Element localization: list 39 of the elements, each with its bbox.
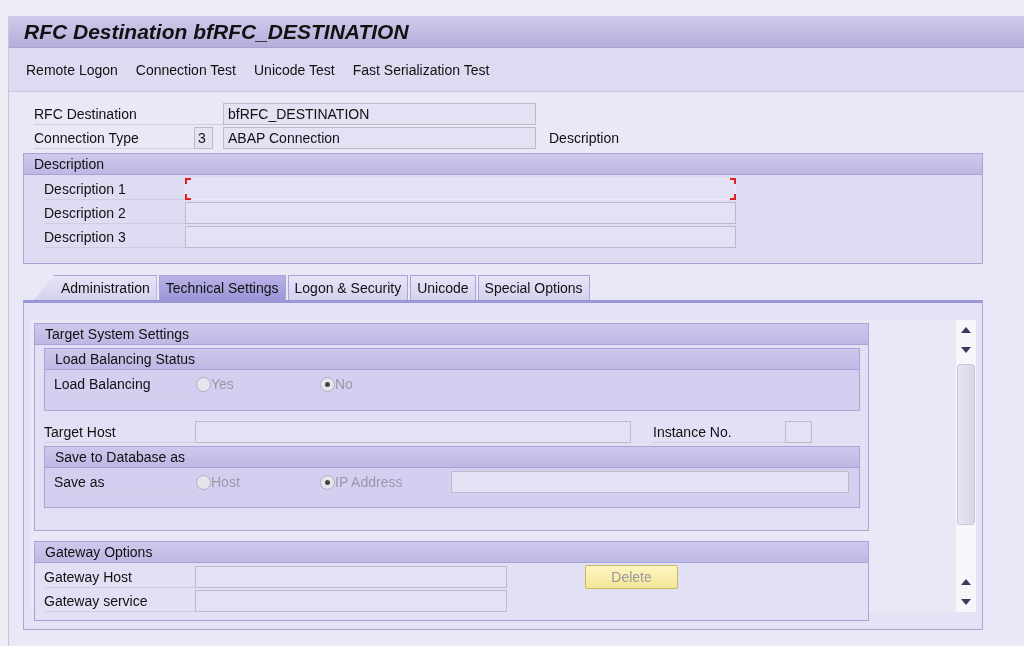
input-field[interactable]: 3 (194, 127, 213, 149)
toolbar-item[interactable]: Fast Serialization Test (352, 61, 490, 78)
toolbar-item[interactable]: Unicode Test (254, 61, 335, 78)
input-field[interactable]: bfRFC_DESTINATION (223, 103, 536, 125)
input-field[interactable] (195, 421, 631, 443)
scroll-down-icon[interactable] (960, 346, 972, 354)
tab[interactable]: Unicode (410, 275, 476, 300)
scroll-down-icon[interactable] (960, 598, 972, 606)
radio-button[interactable] (196, 474, 211, 490)
field-label: Load Balancing (54, 373, 196, 395)
group-header: Target System Settings (35, 324, 868, 345)
input-field[interactable] (185, 202, 736, 224)
scroll-up-icon[interactable] (960, 578, 972, 586)
input-field[interactable] (195, 566, 507, 588)
radio-button[interactable] (196, 376, 211, 392)
field-label: Description 1 (44, 178, 185, 200)
toolbar-item[interactable]: Connection Test (135, 61, 236, 78)
window-title: RFC Destination bfRFC_DESTINATION (9, 16, 1024, 48)
radio-button[interactable] (320, 474, 335, 490)
group-header: Description (24, 154, 982, 175)
field-label: RFC Destination (34, 103, 223, 125)
field-label: Save as (54, 471, 196, 493)
group-header: Save to Database as (45, 447, 859, 468)
scroll-up-icon[interactable] (960, 326, 972, 334)
field-label: Description (549, 130, 620, 146)
tab[interactable]: Administration (34, 275, 157, 300)
toolbar-item[interactable]: Remote Logon (26, 61, 118, 78)
tab[interactable]: Special Options (477, 275, 590, 300)
tab[interactable]: Technical Settings (158, 275, 286, 300)
tab[interactable]: Logon & Security (287, 275, 409, 300)
radio-button[interactable] (320, 376, 335, 392)
group-header: Gateway Options (35, 542, 868, 563)
input-field[interactable]: ABAP Connection (223, 127, 536, 149)
scrollbar-thumb[interactable] (957, 364, 975, 525)
input-field[interactable] (185, 226, 736, 248)
group-header: Load Balancing Status (45, 349, 859, 370)
input-field[interactable] (451, 471, 849, 493)
input-field[interactable] (785, 421, 812, 443)
input-field[interactable] (195, 590, 507, 612)
